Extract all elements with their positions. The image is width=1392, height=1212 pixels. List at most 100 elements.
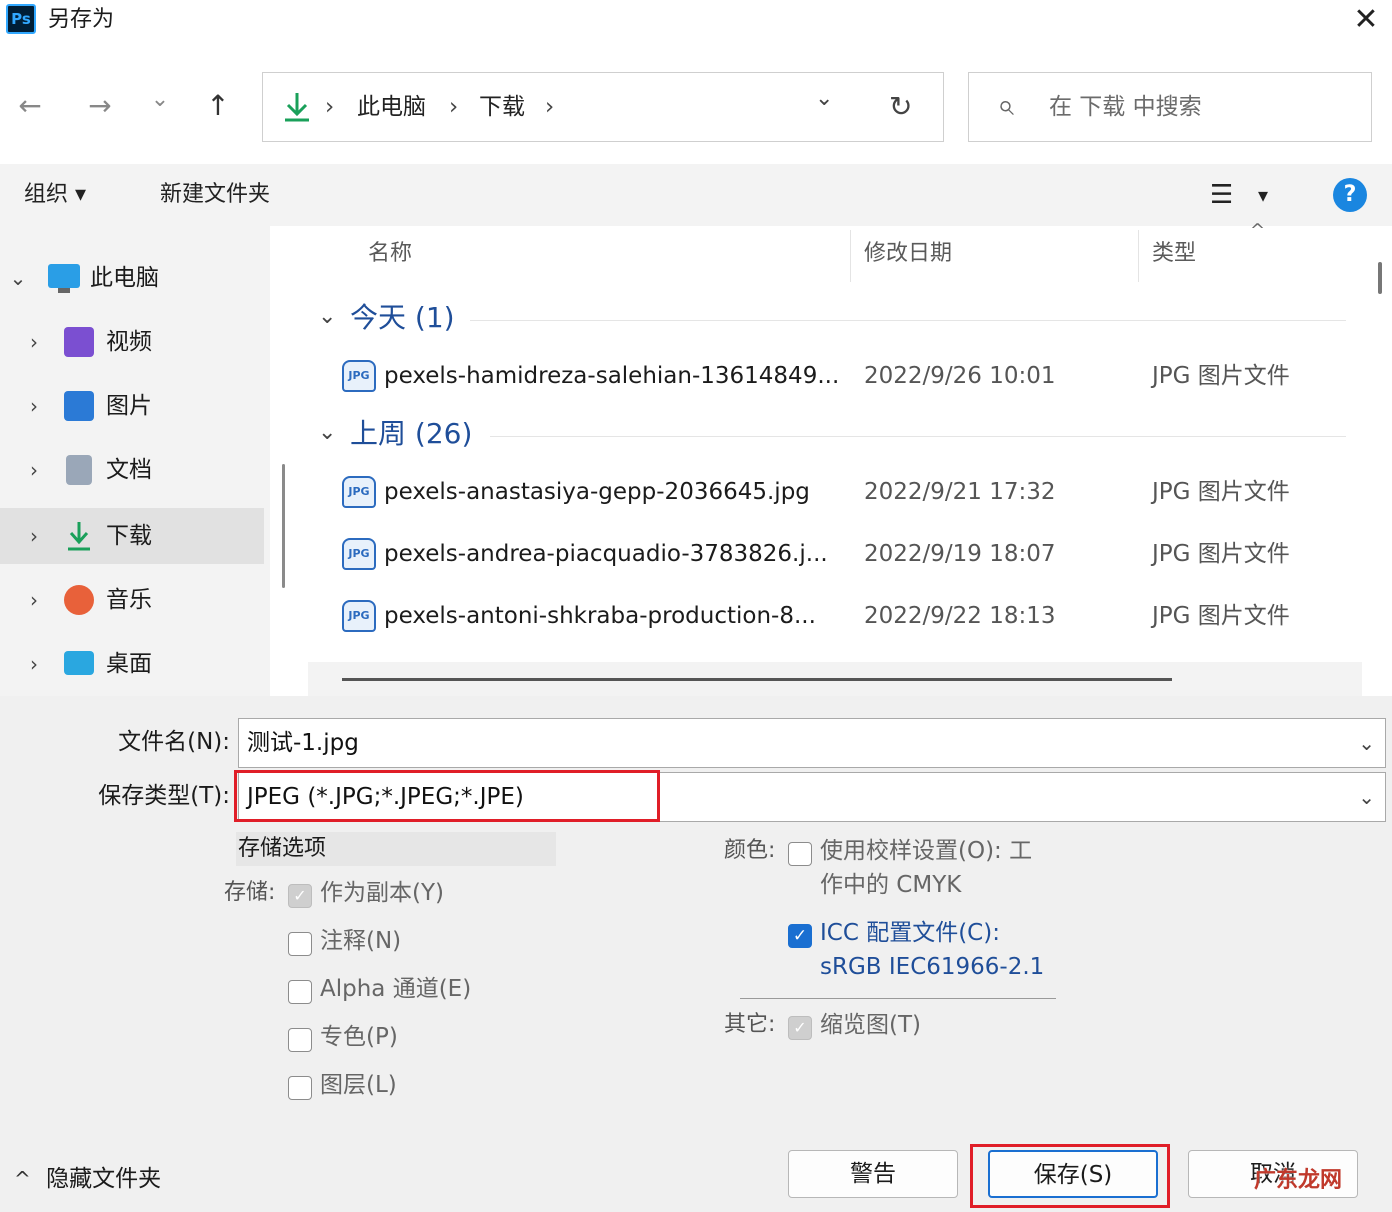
computer-icon xyxy=(48,264,80,288)
address-bar[interactable]: › 此电脑 › 下载 › ⌄ ↻ xyxy=(262,72,944,142)
file-row[interactable]: JPG pexels-hamidreza-salehian-13614849..… xyxy=(328,346,1348,406)
thumbnail-checkbox[interactable]: ✓ xyxy=(788,1016,812,1040)
view-menu-chevron-icon[interactable]: ▾ xyxy=(1258,164,1268,226)
group-collapse-chevron-icon[interactable]: ⌄ xyxy=(318,302,336,332)
expand-chevron-icon[interactable]: › xyxy=(22,636,46,692)
sidebar-item-documents[interactable]: › 文档 xyxy=(0,442,268,498)
help-icon[interactable]: ? xyxy=(1333,178,1367,212)
icc-profile-name: sRGB IEC61966-2.1 xyxy=(820,954,1045,980)
sidebar-item-this-pc[interactable]: ⌄ 此电脑 xyxy=(0,250,268,306)
file-row[interactable]: JPG pexels-andrea-piacquadio-3783826.j..… xyxy=(328,524,1348,584)
navigation-pane: ⌄ 此电脑 › 视频 › 图片 › 文档 › 下载 › 音乐 › 桌面 xyxy=(0,226,270,696)
expand-chevron-icon[interactable]: › xyxy=(22,442,46,498)
view-options-icon[interactable]: ☰ xyxy=(1210,164,1233,226)
hide-folders-toggle[interactable]: ^ 隐藏文件夹 xyxy=(14,1152,161,1206)
jpg-file-icon: JPG xyxy=(342,600,376,632)
jpg-file-icon: JPG xyxy=(342,360,376,392)
group-divider xyxy=(470,320,1346,321)
photoshop-icon: Ps xyxy=(6,4,36,34)
breadcrumb-separator-icon[interactable]: › xyxy=(545,73,554,141)
hide-folders-label: 隐藏文件夹 xyxy=(46,1166,162,1192)
warning-button[interactable]: 警告 xyxy=(788,1150,958,1198)
dialog-footer: ^ 隐藏文件夹 警告 保存(S) 取消 xyxy=(0,1116,1392,1212)
download-arrow-icon xyxy=(285,93,309,122)
expand-chevron-icon[interactable]: › xyxy=(22,314,46,370)
highlight-box xyxy=(234,770,660,822)
column-divider[interactable] xyxy=(850,230,851,282)
title-bar: Ps 另存为 ✕ xyxy=(0,0,1392,56)
sidebar-item-desktop[interactable]: › 桌面 xyxy=(0,636,268,692)
desktop-folder-icon xyxy=(64,651,94,675)
window-title: 另存为 xyxy=(48,7,115,32)
group-collapse-chevron-icon[interactable]: ⌄ xyxy=(318,418,336,448)
expand-chevron-icon[interactable]: ⌄ xyxy=(6,250,30,306)
breadcrumb-item-this-pc[interactable]: 此电脑 xyxy=(357,73,426,141)
spot-colors-checkbox[interactable] xyxy=(288,1028,312,1052)
downloads-folder-icon xyxy=(68,522,90,551)
address-history-chevron-icon[interactable]: ⌄ xyxy=(815,65,833,133)
sidebar-item-label: 此电脑 xyxy=(90,265,159,291)
documents-folder-icon xyxy=(66,455,92,485)
back-arrow-icon[interactable]: ← xyxy=(10,86,50,126)
up-arrow-icon[interactable]: ↑ xyxy=(198,86,238,126)
sidebar-item-pictures[interactable]: › 图片 xyxy=(0,378,268,434)
sidebar-scrollbar[interactable] xyxy=(282,464,285,588)
filename-label: 文件名(N): xyxy=(118,729,230,755)
group-header-last-week[interactable]: 上周 (26) xyxy=(350,414,472,454)
command-bar: 组织 ▾ 新建文件夹 ☰ ▾ ? xyxy=(0,164,1392,226)
expand-chevron-icon[interactable]: › xyxy=(22,572,46,628)
filetype-label: 保存类型(T): xyxy=(98,783,230,809)
filename-input[interactable]: 测试-1.jpg ⌄ xyxy=(238,718,1386,768)
close-icon[interactable]: ✕ xyxy=(1348,2,1384,38)
organize-menu-button[interactable]: 组织 ▾ xyxy=(24,164,86,226)
vertical-scrollbar-thumb[interactable] xyxy=(1378,262,1382,294)
other-label: 其它: xyxy=(724,1012,776,1037)
group-divider xyxy=(490,436,1346,437)
search-box[interactable]: ⌕ 在 下载 中搜索 xyxy=(968,72,1372,142)
column-divider[interactable] xyxy=(1138,230,1139,282)
breadcrumb-item-downloads[interactable]: 下载 xyxy=(479,73,525,141)
column-header-date[interactable]: 修改日期 xyxy=(864,226,952,282)
expand-chevron-icon[interactable]: › xyxy=(22,508,46,564)
use-proof-setup-label-cont: 作中的 CMYK xyxy=(820,872,962,898)
column-header-name[interactable]: 名称 xyxy=(368,226,412,282)
recent-locations-chevron-icon[interactable]: ⌄ xyxy=(140,80,180,120)
file-row[interactable]: JPG pexels-antoni-shkraba-production-8..… xyxy=(328,586,1348,646)
search-icon: ⌕ xyxy=(997,88,1014,123)
use-proof-setup-label: 使用校样设置(O): 工 xyxy=(820,838,1033,864)
computer-icon-stand xyxy=(58,288,70,293)
watermark-text: 广东龙网 xyxy=(1254,1168,1343,1193)
refresh-icon[interactable]: ↻ xyxy=(889,73,912,141)
jpg-file-icon: JPG xyxy=(342,476,376,508)
annotations-label: 注释(N) xyxy=(320,928,402,954)
layers-label: 图层(L) xyxy=(320,1072,397,1098)
file-date: 2022/9/26 10:01 xyxy=(864,363,1056,389)
sidebar-item-videos[interactable]: › 视频 xyxy=(0,314,268,370)
file-type: JPG 图片文件 xyxy=(1152,479,1290,505)
new-folder-button[interactable]: 新建文件夹 xyxy=(160,164,270,226)
pictures-folder-icon xyxy=(64,391,94,421)
expand-chevron-icon[interactable]: › xyxy=(22,378,46,434)
thumbnail-label: 缩览图(T) xyxy=(820,1012,921,1038)
storage-label: 存储: xyxy=(224,880,276,905)
file-row[interactable]: JPG pexels-anastasiya-gepp-2036645.jpg 2… xyxy=(328,462,1348,522)
group-header-today[interactable]: 今天 (1) xyxy=(350,298,455,338)
file-type: JPG 图片文件 xyxy=(1152,363,1290,389)
as-copy-checkbox[interactable]: ✓ xyxy=(288,884,312,908)
horizontal-scrollbar-thumb[interactable] xyxy=(342,678,1172,681)
icc-profile-label: ICC 配置文件(C): xyxy=(820,920,1000,946)
column-header-type[interactable]: 类型 xyxy=(1152,226,1196,282)
icc-profile-checkbox[interactable]: ✓ xyxy=(788,924,812,948)
annotations-checkbox[interactable] xyxy=(288,932,312,956)
alpha-channels-checkbox[interactable] xyxy=(288,980,312,1004)
sidebar-item-music[interactable]: › 音乐 xyxy=(0,572,268,628)
spot-colors-label: 专色(P) xyxy=(320,1024,398,1050)
sidebar-item-downloads[interactable]: › 下载 xyxy=(0,508,264,564)
use-proof-setup-checkbox[interactable] xyxy=(788,842,812,866)
forward-arrow-icon[interactable]: → xyxy=(80,86,120,126)
file-type: JPG 图片文件 xyxy=(1152,541,1290,567)
chevron-down-icon[interactable]: ⌄ xyxy=(1358,719,1375,767)
file-date: 2022/9/19 18:07 xyxy=(864,541,1056,567)
chevron-down-icon[interactable]: ⌄ xyxy=(1358,773,1375,821)
layers-checkbox[interactable] xyxy=(288,1076,312,1100)
